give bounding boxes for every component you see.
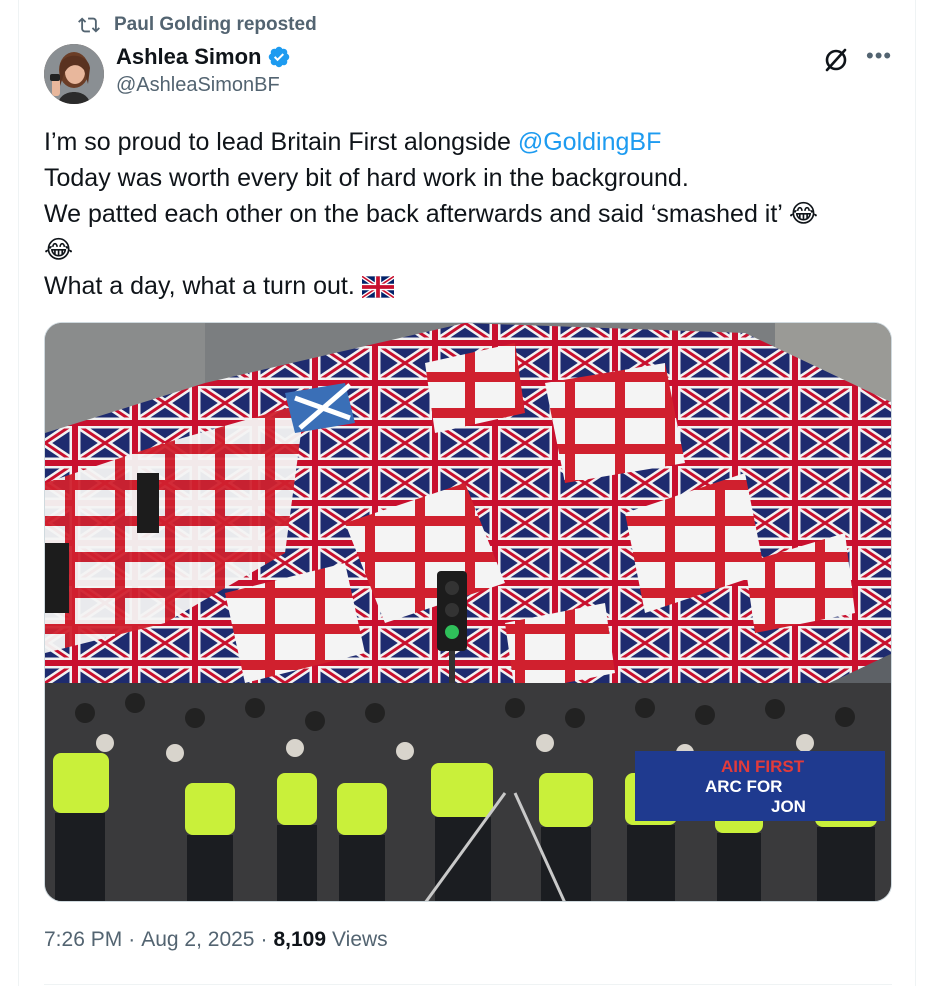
- laughing-emoji: 😂: [44, 235, 74, 264]
- divider: [44, 984, 892, 985]
- verified-badge-icon: [269, 46, 290, 68]
- banner-text-2: ARC FOR: [705, 777, 782, 796]
- avatar[interactable]: [44, 44, 104, 104]
- crowd-with-flags-photo: AIN FIRST ARC FOR JON: [45, 323, 891, 901]
- handle[interactable]: @AshleaSimonBF: [116, 74, 291, 97]
- repost-text: Paul Golding reposted: [114, 14, 317, 35]
- tweet-time[interactable]: 7:26 PM: [44, 928, 122, 952]
- grok-icon[interactable]: [822, 46, 850, 74]
- banner-text-3: JON: [771, 797, 806, 816]
- meta-separator: ·: [128, 928, 136, 951]
- tweet-photo[interactable]: AIN FIRST ARC FOR JON: [44, 322, 892, 902]
- avatar-image: [44, 44, 104, 104]
- banner-text-1: AIN FIRST: [721, 757, 805, 776]
- mention-link[interactable]: @GoldingBF: [518, 128, 662, 156]
- repost-context[interactable]: Paul Golding reposted: [78, 14, 317, 36]
- tweet-line-3: We patted each other on the back afterwa…: [44, 196, 874, 232]
- tweet-meta: 7:26 PM · Aug 2, 2025 · 8,109 Views: [44, 928, 388, 952]
- tweet-line-5-text: What a day, what a turn out.: [44, 272, 362, 300]
- tweet-line-4: 😂: [44, 232, 874, 268]
- uk-flag-icon: [361, 276, 394, 298]
- tweet-date[interactable]: Aug 2, 2025: [141, 928, 254, 952]
- more-icon[interactable]: •••: [866, 44, 891, 72]
- tweet-line-2: Today was worth every bit of hard work i…: [44, 164, 689, 192]
- tweet-line-1-text: I’m so proud to lead Britain First along…: [44, 128, 518, 156]
- tweet-line-5: What a day, what a turn out.: [44, 268, 874, 304]
- laughing-emoji: 😂: [788, 199, 819, 228]
- views-count: 8,109: [273, 928, 327, 951]
- display-name[interactable]: Ashlea Simon: [116, 44, 261, 70]
- views-label: Views: [332, 928, 388, 951]
- tweet-line-1: I’m so proud to lead Britain First along…: [44, 124, 874, 160]
- tweet-line-3-text: We patted each other on the back afterwa…: [44, 200, 789, 228]
- repost-icon: [78, 17, 100, 33]
- tweet-text: I’m so proud to lead Britain First along…: [44, 124, 874, 304]
- meta-separator: ·: [260, 928, 268, 951]
- author-block: Ashlea Simon @AshleaSimonBF: [116, 44, 291, 97]
